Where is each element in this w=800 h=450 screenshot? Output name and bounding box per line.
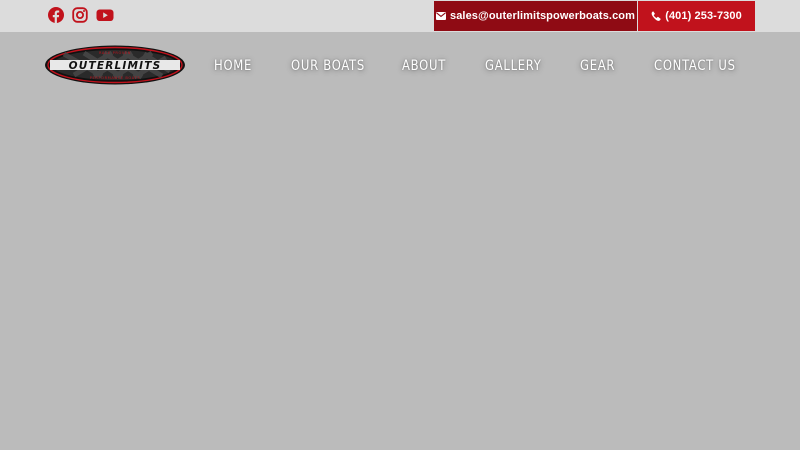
- instagram-icon: [72, 7, 88, 23]
- top-bar: sales@outerlimitspowerboats.com (401) 25…: [0, 0, 800, 32]
- email-button[interactable]: sales@outerlimitspowerboats.com: [434, 1, 637, 31]
- instagram-link[interactable]: [72, 7, 88, 23]
- youtube-icon: [96, 9, 114, 21]
- logo-image: OUTERLIMITS RACE PROVEN PERFORMANCE BOAT…: [45, 45, 185, 85]
- hero-area: [0, 100, 800, 450]
- nav-our-boats[interactable]: OUR BOATS: [291, 54, 365, 78]
- logo-wordmark: OUTERLIMITS: [69, 60, 162, 72]
- outerlimits-logo[interactable]: OUTERLIMITS RACE PROVEN PERFORMANCE BOAT…: [44, 45, 186, 85]
- youtube-link[interactable]: [96, 7, 114, 23]
- nav-contact-us[interactable]: CONTACT US: [654, 54, 736, 78]
- email-label: sales@outerlimitspowerboats.com: [450, 10, 635, 22]
- facebook-link[interactable]: [48, 7, 64, 23]
- phone-label: (401) 253-7300: [665, 10, 742, 22]
- phone-icon: [651, 11, 661, 21]
- nav-about[interactable]: ABOUT: [402, 54, 446, 78]
- envelope-icon: [436, 12, 446, 20]
- facebook-icon: [48, 7, 64, 23]
- social-links: [48, 7, 114, 23]
- nav-home[interactable]: HOME: [214, 54, 252, 78]
- nav-gallery[interactable]: GALLERY: [485, 54, 542, 78]
- site-header: OUTERLIMITS RACE PROVEN PERFORMANCE BOAT…: [0, 32, 800, 100]
- phone-button[interactable]: (401) 253-7300: [638, 1, 755, 31]
- logo-tagline-top: RACE PROVEN: [99, 51, 131, 55]
- logo-tagline-bottom: PERFORMANCE BOATS: [90, 76, 141, 80]
- nav-gear[interactable]: GEAR: [580, 54, 615, 78]
